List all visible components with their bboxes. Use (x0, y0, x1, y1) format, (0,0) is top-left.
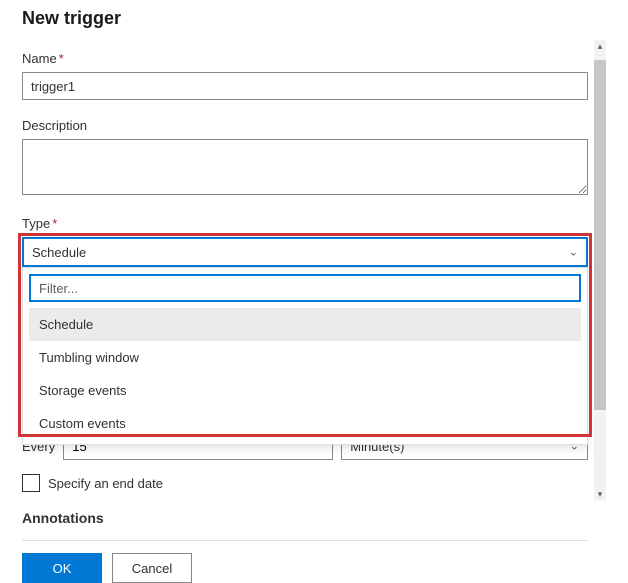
scrollbar-up-icon[interactable]: ▴ (594, 40, 606, 52)
type-label: Type* (22, 216, 588, 231)
type-filter-input[interactable] (29, 274, 581, 302)
type-option-custom[interactable]: Custom events (29, 407, 581, 440)
required-asterisk: * (52, 216, 57, 231)
footer-divider (22, 540, 588, 541)
chevron-down-icon: ⌄ (569, 246, 578, 259)
cancel-button[interactable]: Cancel (112, 553, 192, 583)
name-label: Name* (22, 51, 588, 66)
scrollbar-down-icon[interactable]: ▾ (594, 488, 606, 500)
required-asterisk: * (59, 51, 64, 66)
type-dropdown-panel: Schedule Tumbling window Storage events … (22, 267, 588, 445)
type-option-schedule[interactable]: Schedule (29, 308, 581, 341)
type-option-storage[interactable]: Storage events (29, 374, 581, 407)
type-option-tumbling[interactable]: Tumbling window (29, 341, 581, 374)
type-dropdown[interactable]: Schedule ⌄ (22, 237, 588, 267)
panel-title: New trigger (22, 8, 588, 29)
scrollbar-thumb[interactable] (594, 60, 606, 410)
name-input[interactable] (22, 72, 588, 100)
description-label: Description (22, 118, 588, 133)
end-date-label: Specify an end date (48, 476, 163, 491)
end-date-checkbox[interactable] (22, 474, 40, 492)
ok-button[interactable]: OK (22, 553, 102, 583)
description-textarea[interactable] (22, 139, 588, 195)
annotations-section: Annotations (22, 510, 588, 526)
